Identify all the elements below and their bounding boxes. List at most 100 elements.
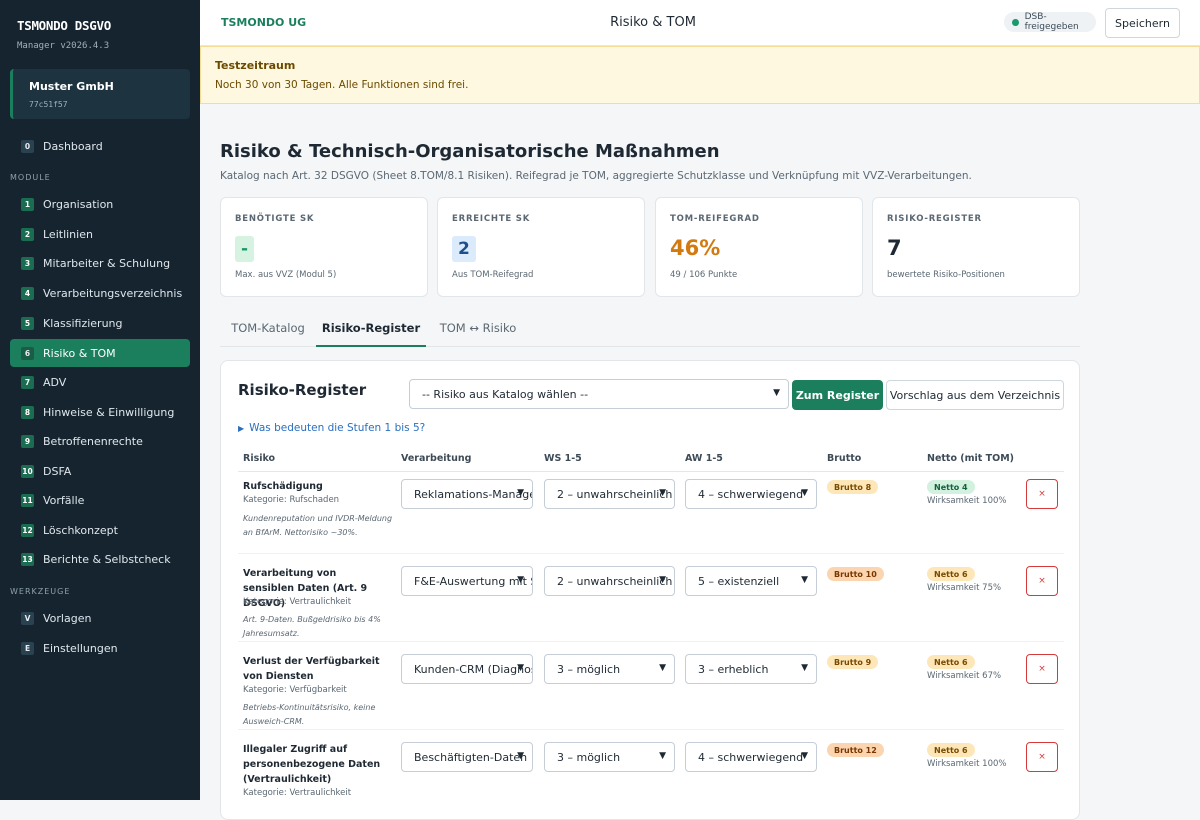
delete-row-button[interactable]: × (1026, 654, 1058, 684)
chevron-down-icon: ▼ (801, 751, 808, 761)
tab-risiko-register[interactable]: Risiko-Register (316, 312, 426, 347)
card-note: Aus TOM-Reifegrad (452, 270, 534, 280)
catalog-risk-select[interactable]: -- Risiko aus Katalog wählen -- ▼ (409, 379, 789, 409)
nav-adv[interactable]: 7 ADV (10, 368, 190, 396)
nav-label: Mitarbeiter & Schulung (43, 256, 171, 270)
nav-badge: 1 (21, 197, 34, 211)
tab-tom-katalog[interactable]: TOM-Katalog (220, 312, 316, 347)
nav-organisation[interactable]: 1 Organisation (10, 190, 190, 218)
nav-mitarbeiter[interactable]: 3 Mitarbeiter & Schulung (10, 249, 190, 277)
nav-label: Löschkonzept (43, 523, 118, 537)
select-value: 5 – existenziell (698, 574, 780, 588)
impact-select[interactable]: 4 – schwerwiegend ▼ (685, 742, 817, 772)
impact-select[interactable]: 4 – schwerwiegend ▼ (685, 479, 817, 509)
column-header: AW 1-5 (685, 453, 723, 464)
card-note: 49 / 106 Punkte (670, 270, 738, 280)
nav-badge: 8 (21, 405, 34, 419)
card-value: 46% (670, 236, 721, 260)
triangle-right-icon: ▶ (238, 424, 245, 433)
org-id: 77c51f57 (29, 100, 68, 109)
chevron-down-icon: ▼ (659, 663, 666, 673)
card-label: ERREICHTE SK (452, 214, 531, 224)
netto-badge: Netto 6 (927, 655, 975, 669)
select-value: -- Risiko aus Katalog wählen -- (422, 387, 589, 401)
risk-name: Illegaler Zugriff auf personenbezogene D… (243, 744, 381, 785)
nav-badge: 7 (21, 375, 34, 389)
processing-select[interactable]: Kunden-CRM (Diagnostik)▼ (401, 654, 533, 684)
select-value: Reklamations-Management (414, 487, 532, 501)
chevron-down-icon: ▼ (517, 488, 524, 498)
nav-label: Vorfälle (43, 493, 85, 507)
nav-einstellungen[interactable]: E Einstellungen (10, 634, 190, 662)
impact-select[interactable]: 3 – erheblich ▼ (685, 654, 817, 684)
nav-hinweise[interactable]: 8 Hinweise & Einwilligung (10, 398, 190, 426)
nav-leitlinien[interactable]: 2 Leitlinien (10, 220, 190, 248)
nav-badge: 3 (21, 256, 34, 270)
delete-row-button[interactable]: × (1026, 479, 1058, 509)
risk-name: Rufschädigung (243, 481, 323, 492)
select-value: 2 – unwahrscheinlich (557, 574, 673, 588)
risk-register-panel: Risiko-Register -- Risiko aus Katalog wä… (220, 360, 1080, 820)
select-value: 3 – möglich (557, 662, 621, 676)
nav-dsfa[interactable]: 10 DSFA (10, 457, 190, 485)
page-subtitle: Katalog nach Art. 32 DSGVO (Sheet 8.TOM/… (220, 170, 972, 182)
select-value: Beschäftigten-Daten (414, 750, 528, 764)
card-note: Max. aus VVZ (Modul 5) (235, 270, 337, 280)
nav-label: Klassifizierung (43, 316, 123, 330)
org-switcher[interactable]: Muster GmbH 77c51f57 (10, 69, 190, 119)
risk-category: Kategorie: Verfügbarkeit (243, 685, 347, 695)
chevron-down-icon: ▼ (517, 751, 524, 761)
card-label: TOM-REIFEGRAD (670, 214, 760, 224)
nav-klassifizierung[interactable]: 5 Klassifizierung (10, 309, 190, 337)
nav-betroffenenrechte[interactable]: 9 Betroffenenrechte (10, 427, 190, 455)
likelihood-select[interactable]: 3 – möglich ▼ (544, 742, 675, 772)
nav-badge: V (21, 611, 34, 625)
suggest-from-register-button[interactable]: Vorschlag aus dem Verzeichnis (886, 380, 1064, 410)
chevron-down-icon: ▼ (801, 663, 808, 673)
nav-berichte[interactable]: 13 Berichte & Selbstcheck (10, 545, 190, 573)
section-label-tools: WERKZEUGE (10, 587, 71, 596)
nav-label: Berichte & Selbstcheck (43, 552, 171, 566)
likelihood-select[interactable]: 2 – unwahrscheinlich ▼ (544, 479, 675, 509)
brand-title: TSMONDO DSGVO (17, 18, 111, 33)
levels-help-toggle[interactable]: ▶ Was bedeuten die Stufen 1 bis 5? (238, 422, 425, 434)
chevron-down-icon: ▼ (773, 388, 780, 398)
netto-badge: Netto 4 (927, 480, 975, 494)
brutto-badge: Brutto 9 (827, 655, 879, 669)
save-button[interactable]: Speichern (1105, 8, 1180, 38)
effectiveness-label: Wirksamkeit 67% (927, 671, 1002, 681)
delete-row-button[interactable]: × (1026, 742, 1058, 772)
add-to-register-button[interactable]: Zum Register (792, 380, 883, 410)
risk-category: Kategorie: Rufschaden (243, 495, 340, 505)
nav-badge: 2 (21, 227, 34, 241)
nav-loeschkonzept[interactable]: 12 Löschkonzept (10, 516, 190, 544)
delete-row-button[interactable]: × (1026, 566, 1058, 596)
nav-label: Betroffenenrechte (43, 434, 143, 448)
likelihood-select[interactable]: 2 – unwahrscheinlich ▼ (544, 566, 675, 596)
nav-vorlagen[interactable]: V Vorlagen (10, 604, 190, 632)
close-icon: × (1038, 752, 1046, 762)
processing-select[interactable]: Reklamations-Management▼ (401, 479, 533, 509)
nav-vorfaelle[interactable]: 11 Vorfälle (10, 486, 190, 514)
close-icon: × (1038, 576, 1046, 586)
select-value: 3 – möglich (557, 750, 621, 764)
tab-tom-risiko[interactable]: TOM ↔ Risiko (430, 312, 526, 347)
impact-select[interactable]: 5 – existenziell ▼ (685, 566, 817, 596)
processing-select[interactable]: F&E-Auswertung mit Studiendaten▼ (401, 566, 533, 596)
netto-badge: Netto 6 (927, 567, 975, 581)
banner-title: Testzeitraum (215, 59, 296, 72)
card-note: bewertete Risiko-Positionen (887, 270, 1005, 280)
processing-select[interactable]: Beschäftigten-Daten ▼ (401, 742, 533, 772)
nav-risiko-tom[interactable]: 6 Risiko & TOM (10, 339, 190, 367)
card-value: 7 (887, 236, 902, 260)
chevron-down-icon: ▼ (517, 575, 524, 585)
panel-title: Risiko-Register (238, 381, 367, 399)
nav-verarbeitungsverzeichnis[interactable]: 4 Verarbeitungsverzeichnis (10, 279, 190, 307)
nav-label: Dashboard (43, 139, 103, 153)
select-value: 4 – schwerwiegend (698, 750, 804, 764)
nav-dashboard[interactable]: 0 Dashboard (10, 132, 190, 160)
brutto-badge: Brutto 12 (827, 743, 884, 757)
likelihood-select[interactable]: 3 – möglich ▼ (544, 654, 675, 684)
nav-badge: E (21, 641, 34, 655)
help-link-label: Was bedeuten die Stufen 1 bis 5? (249, 422, 426, 434)
